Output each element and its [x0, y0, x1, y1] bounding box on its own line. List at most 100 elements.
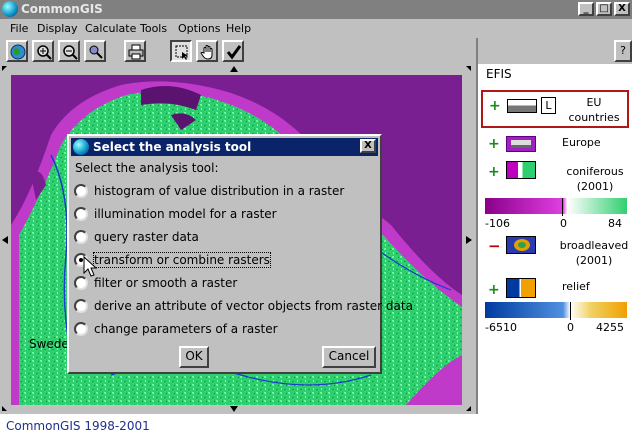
layer-swatch-icon [506, 236, 536, 254]
scale-mid-label: 0 [567, 321, 574, 334]
option-query[interactable]: query raster data [73, 228, 378, 248]
menu-tools[interactable]: Tools [140, 22, 167, 35]
help-button[interactable]: ? [614, 40, 632, 62]
radio-button[interactable] [74, 207, 88, 221]
scale-zero-mark [570, 302, 571, 320]
pan-upleft-arrow[interactable] [2, 66, 7, 71]
layer-badge[interactable]: L [541, 97, 556, 114]
menu-options[interactable]: Options [178, 22, 220, 35]
find-icon [89, 45, 103, 59]
radio-button[interactable] [74, 230, 88, 244]
collapse-icon[interactable]: − [488, 237, 501, 255]
layer-name: broadleaved (2001) [559, 239, 629, 267]
legend-layer-eu-countries[interactable]: + L EU countries [481, 90, 629, 128]
layer-swatch-icon [506, 161, 536, 179]
option-transform[interactable]: transform or combine rasters [73, 251, 378, 271]
zoom-out-icon [63, 45, 78, 60]
scale-min-label: -6510 [485, 321, 517, 334]
menu-calculate[interactable]: Calculate [85, 22, 136, 35]
radio-button[interactable] [74, 322, 88, 336]
layer-name: Europe [562, 136, 601, 149]
layer-name: relief [562, 280, 590, 293]
legend-group-title: EFIS [486, 67, 512, 81]
globe-button[interactable] [6, 40, 28, 62]
map-place-label: Swede [29, 337, 69, 351]
find-button[interactable] [84, 40, 106, 62]
layer-swatch-icon [507, 99, 537, 113]
pan-downleft-arrow[interactable] [2, 406, 7, 411]
hand-icon [200, 45, 213, 60]
option-label: filter or smooth a raster [94, 276, 238, 290]
option-label: change parameters of a raster [94, 322, 278, 336]
dialog-prompt: Select the analysis tool: [75, 161, 219, 175]
analysis-tool-dialog: Select the analysis tool X Select the an… [67, 134, 413, 374]
option-label: transform or combine rasters [93, 252, 271, 268]
ok-button[interactable]: OK [179, 346, 209, 368]
option-histogram[interactable]: histogram of value distribution in a ras… [73, 182, 378, 202]
cancel-button[interactable]: Cancel [322, 346, 376, 368]
radio-button[interactable] [74, 184, 88, 198]
scale-max-label: 84 [608, 217, 622, 230]
expand-icon[interactable]: + [488, 164, 500, 180]
window-title: CommonGIS [21, 2, 103, 16]
layer-name: EU countries [568, 96, 620, 124]
pan-down-arrow[interactable] [230, 406, 238, 412]
menu-help[interactable]: Help [226, 22, 251, 35]
minimize-button[interactable]: _ [578, 2, 594, 16]
layer-swatch-icon [506, 278, 536, 298]
coniferous-color-scale [485, 198, 627, 214]
radio-button[interactable] [74, 276, 88, 290]
pan-upright-arrow[interactable] [466, 66, 471, 71]
option-label: histogram of value distribution in a ras… [94, 184, 345, 198]
toolbar [0, 38, 476, 64]
dialog-title: Select the analysis tool [93, 140, 252, 154]
status-bar: CommonGIS 1998-2001 [0, 414, 632, 438]
pan-right-arrow[interactable] [466, 236, 472, 244]
option-label: illumination model for a raster [94, 207, 277, 221]
print-button[interactable] [124, 40, 146, 62]
option-change-parameters[interactable]: change parameters of a raster [73, 320, 378, 340]
pan-up-arrow[interactable] [230, 66, 238, 72]
pan-downright-arrow[interactable] [466, 406, 471, 411]
close-button[interactable]: X [614, 2, 630, 16]
radio-button[interactable] [74, 299, 88, 313]
layer-swatch-icon [506, 136, 536, 152]
check-icon [226, 45, 242, 60]
pan-left-arrow[interactable] [2, 236, 8, 244]
option-label: query raster data [94, 230, 199, 244]
scale-max-label: 4255 [596, 321, 624, 334]
dialog-title-bar[interactable]: Select the analysis tool X [71, 138, 378, 156]
scale-zero-mark [562, 198, 563, 216]
menu-bar: File Display Calculate Tools Options Hel… [0, 19, 632, 38]
menu-display[interactable]: Display [37, 22, 78, 35]
relief-color-scale [485, 302, 627, 318]
status-text: CommonGIS 1998-2001 [6, 419, 150, 433]
pan-button[interactable] [196, 40, 218, 62]
zoom-in-icon [37, 45, 52, 60]
pointer-cursor-icon [83, 256, 98, 277]
scale-min-label: -106 [485, 217, 510, 230]
option-filter[interactable]: filter or smooth a raster [73, 274, 378, 294]
layer-name: coniferous (2001) [566, 165, 624, 193]
option-illumination[interactable]: illumination model for a raster [73, 205, 378, 225]
legend-panel: EFIS + L EU countries + Europe + conifer… [478, 64, 632, 414]
dialog-close-button[interactable]: X [360, 139, 376, 153]
option-derive-attribute[interactable]: derive an attribute of vector objects fr… [73, 297, 413, 317]
expand-icon[interactable]: + [489, 98, 501, 114]
check-button[interactable] [222, 40, 244, 62]
app-logo-icon [73, 139, 89, 155]
maximize-button[interactable]: □ [596, 2, 612, 16]
zoom-out-button[interactable] [58, 40, 80, 62]
select-button[interactable] [170, 40, 192, 62]
menu-file[interactable]: File [10, 22, 28, 35]
print-icon [128, 44, 144, 60]
select-icon [175, 45, 188, 60]
option-label: derive an attribute of vector objects fr… [94, 299, 413, 313]
zoom-in-button[interactable] [32, 40, 54, 62]
globe-icon [10, 44, 26, 60]
title-bar: CommonGIS _ □ X [0, 0, 632, 19]
expand-icon[interactable]: + [488, 136, 500, 152]
scale-mid-label: 0 [560, 217, 567, 230]
expand-icon[interactable]: + [488, 282, 500, 298]
legend-toolbar: ? [478, 38, 632, 64]
